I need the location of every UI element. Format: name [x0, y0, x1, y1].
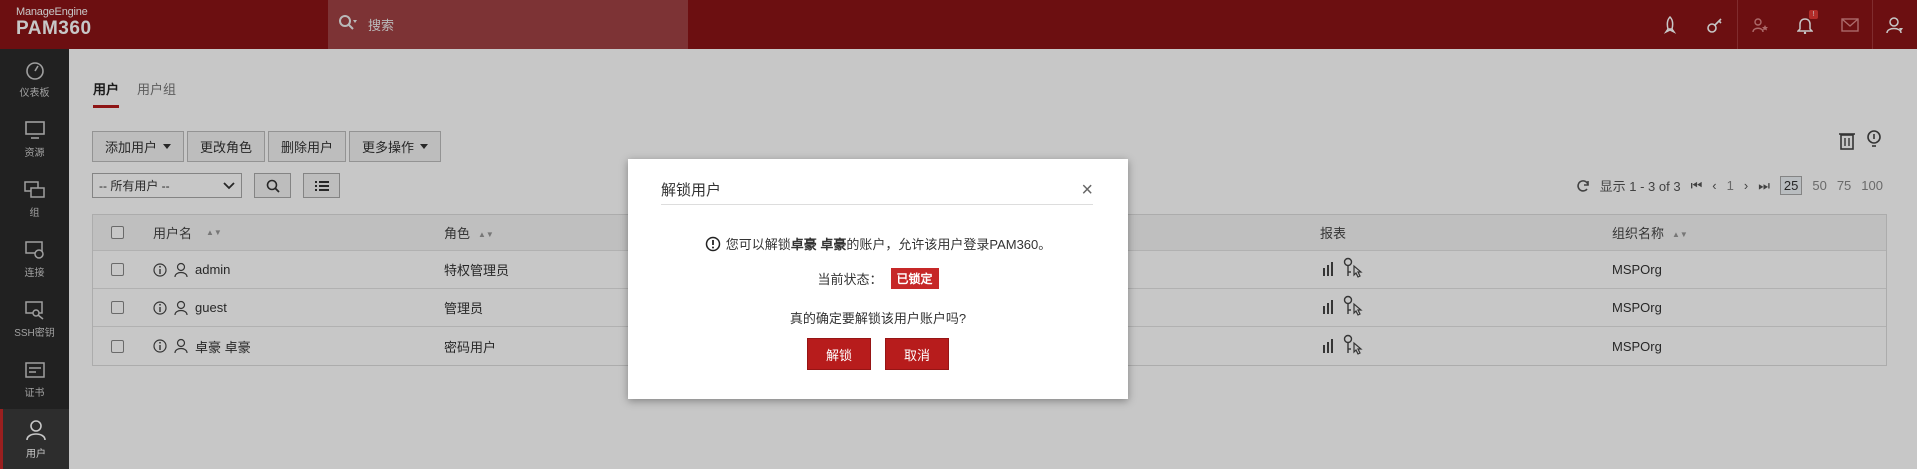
cancel-button[interactable]: 取消 [885, 338, 950, 370]
dialog-message: 您可以解锁卓豪 卓豪的账户，允许该用户登录PAM360。 [628, 234, 1128, 253]
status-label: 当前状态： [817, 272, 883, 287]
confirm-question: 真的确定要解锁该用户账户吗? [789, 311, 967, 326]
message-suffix: 的账户，允许该用户登录PAM360。 [846, 237, 1052, 252]
dialog-header: 解锁用户 × [661, 175, 1093, 205]
message-user: 卓豪 卓豪 [790, 237, 847, 252]
dialog-title: 解锁用户 [661, 182, 722, 199]
close-icon[interactable]: × [1081, 180, 1093, 200]
dialog-buttons: 解锁 取消 [628, 338, 1128, 370]
current-status: 当前状态： 已锁定 [628, 268, 1128, 289]
alert-icon [705, 236, 720, 251]
message-prefix: 您可以解锁 [725, 237, 791, 252]
status-badge: 已锁定 [890, 268, 939, 289]
unlock-button[interactable]: 解锁 [806, 338, 871, 370]
unlock-user-dialog: 解锁用户 × 您可以解锁卓豪 卓豪的账户，允许该用户登录PAM360。 当前状态… [628, 159, 1128, 399]
